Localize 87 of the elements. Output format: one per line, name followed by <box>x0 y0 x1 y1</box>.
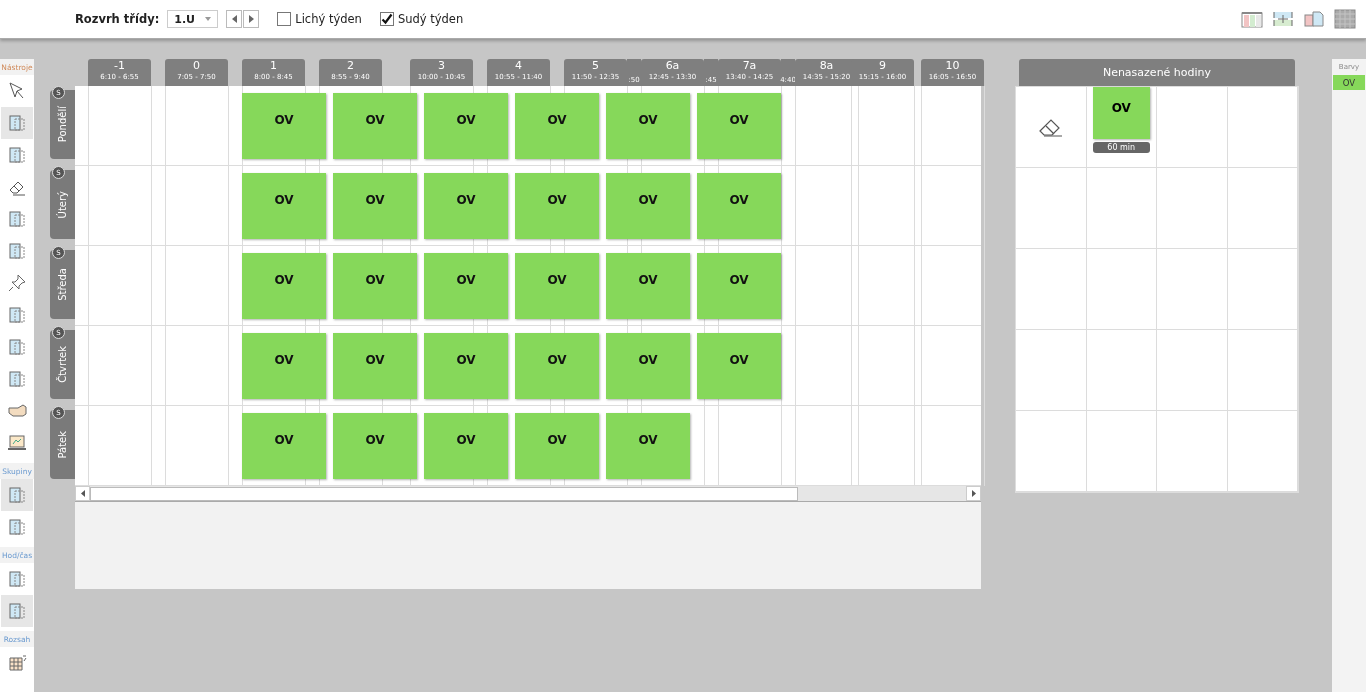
grid-cell[interactable] <box>1086 249 1157 330</box>
week-label: Sudý týden <box>397 12 464 26</box>
lesson-card[interactable]: OV <box>333 93 417 159</box>
lesson-card[interactable]: OV <box>333 253 417 319</box>
scroll-right-icon[interactable] <box>966 486 981 501</box>
period-number: 9 <box>879 59 886 72</box>
right-arrow-icon <box>248 15 254 23</box>
columns-icon[interactable] <box>1241 10 1263 28</box>
period-number: 3 <box>438 59 445 72</box>
grid-cell[interactable] <box>1227 168 1298 249</box>
lesson-card[interactable]: OV <box>242 173 326 239</box>
scroll-left-icon[interactable] <box>75 486 90 501</box>
lesson-card[interactable]: OV <box>697 333 781 399</box>
lesson-card[interactable]: OV <box>606 253 690 319</box>
period-number: -1 <box>114 59 125 72</box>
lesson-card[interactable]: OV <box>424 333 508 399</box>
duration-badge: 60 min <box>1092 142 1150 153</box>
lesson-card[interactable]: OV <box>333 333 417 399</box>
period-number: 10 <box>945 59 960 72</box>
class-label: Rozvrh třídy: <box>75 12 160 26</box>
period-number: 4 <box>515 59 522 72</box>
lesson-card[interactable]: OV <box>697 173 781 239</box>
class-select[interactable]: 1.U <box>167 10 219 28</box>
grid-cell[interactable] <box>1227 330 1298 411</box>
grid-cell[interactable] <box>1157 330 1228 411</box>
lesson-card[interactable]: OV <box>333 173 417 239</box>
color-chip[interactable]: OV <box>1333 75 1365 90</box>
lesson-card[interactable]: OV <box>515 413 599 479</box>
lesson-card[interactable]: OV <box>697 93 781 159</box>
lesson-card[interactable]: OV <box>1092 87 1150 139</box>
lesson-card[interactable]: OV <box>424 253 508 319</box>
lesson-card[interactable]: OV <box>515 253 599 319</box>
left-arrow-icon <box>231 15 237 23</box>
period-number: 8a <box>819 59 834 72</box>
lesson-card[interactable]: OV <box>424 93 508 159</box>
grid-cell[interactable] <box>1157 168 1228 249</box>
lesson-card[interactable]: OV <box>515 173 599 239</box>
next-button[interactable] <box>243 10 260 28</box>
pages-icon[interactable] <box>1303 10 1325 28</box>
lesson-card[interactable]: OV <box>606 413 690 479</box>
grid-cell[interactable] <box>1086 411 1157 492</box>
lesson-card[interactable]: OV <box>515 93 599 159</box>
grid-cell[interactable] <box>1086 330 1157 411</box>
lesson-card[interactable]: OV <box>424 173 508 239</box>
week-checkbox[interactable]: Sudý týden <box>379 12 464 26</box>
grid-cell[interactable] <box>1227 87 1298 168</box>
lesson-card[interactable]: OV <box>606 93 690 159</box>
lesson-card[interactable]: OV <box>424 413 508 479</box>
grid-cell[interactable] <box>1157 87 1228 168</box>
lesson-card[interactable]: OV <box>242 253 326 319</box>
grid-cell[interactable] <box>1016 330 1087 411</box>
horizontal-scrollbar[interactable] <box>75 486 981 502</box>
grid-cell[interactable] <box>1157 411 1228 492</box>
grid-cell[interactable] <box>1016 87 1087 168</box>
caret-icon <box>205 17 212 21</box>
checkbox[interactable] <box>379 12 394 26</box>
period-number: 2 <box>347 59 354 72</box>
grid-cell[interactable]: OV 60 min <box>1086 87 1157 168</box>
period-number: 7a <box>742 59 757 72</box>
period-number: 5 <box>592 59 599 72</box>
unplaced-header: Nenasazené hodiny <box>1019 59 1295 86</box>
split-view-icon[interactable] <box>1272 10 1294 28</box>
lesson-card[interactable]: OV <box>242 333 326 399</box>
group-icon[interactable] <box>1 479 33 511</box>
lesson-card[interactable]: OV <box>333 413 417 479</box>
lesson-card[interactable]: OV <box>242 413 326 479</box>
lesson-card[interactable]: OV <box>606 333 690 399</box>
period-number: 0 <box>193 59 200 72</box>
previous-button[interactable] <box>226 10 243 28</box>
grid-cell[interactable] <box>1086 168 1157 249</box>
period-number: 1 <box>270 59 277 72</box>
grid-cell[interactable] <box>1227 249 1298 330</box>
period-number: 6a <box>665 59 680 72</box>
checkbox[interactable] <box>277 12 292 26</box>
lesson-card[interactable]: OV <box>606 173 690 239</box>
grid-cell[interactable] <box>1016 411 1087 492</box>
lesson-card[interactable]: OV <box>697 253 781 319</box>
lesson-card[interactable]: OV <box>242 93 326 159</box>
week-label: Lichý týden <box>295 12 362 26</box>
lesson-card[interactable]: OV <box>515 333 599 399</box>
table-icon[interactable] <box>1334 9 1356 29</box>
week-checkbox[interactable]: Lichý týden <box>277 12 362 26</box>
grid-cell[interactable] <box>1016 249 1087 330</box>
scrollbar-thumb[interactable] <box>90 486 798 501</box>
grid-cell[interactable] <box>1016 168 1087 249</box>
grid-cell[interactable] <box>1157 249 1228 330</box>
grid-cell[interactable] <box>1227 411 1298 492</box>
